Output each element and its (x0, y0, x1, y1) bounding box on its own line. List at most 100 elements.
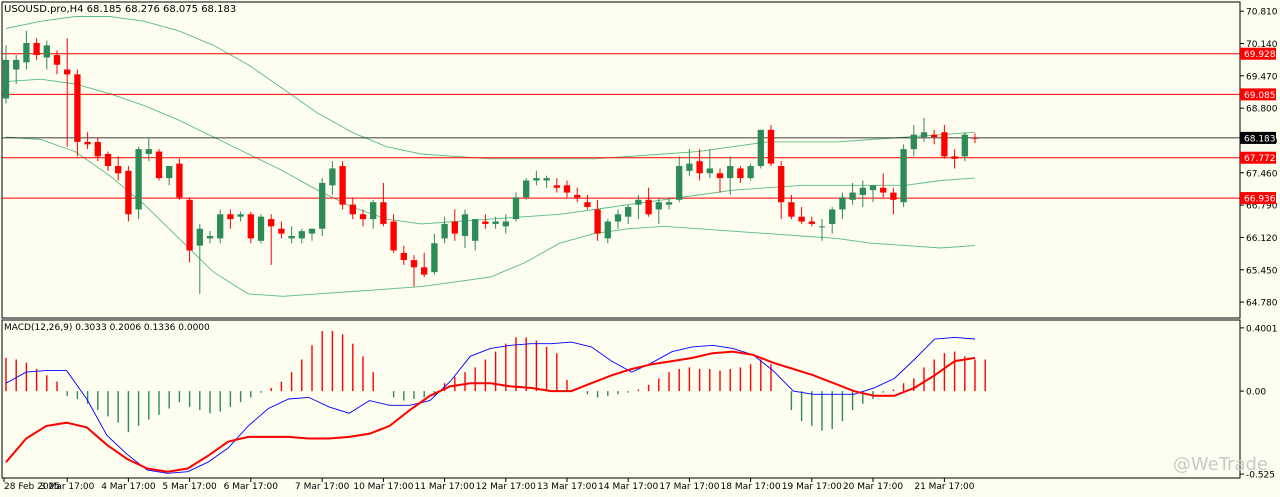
candle-body[interactable] (584, 202, 591, 208)
candle-body[interactable] (941, 132, 948, 157)
candle-body[interactable] (115, 166, 122, 174)
candle-body[interactable] (308, 228, 316, 234)
candle-body[interactable] (206, 235, 214, 239)
candle-body[interactable] (829, 209, 836, 224)
candle-body[interactable] (186, 199, 193, 251)
candle-body[interactable] (839, 197, 846, 210)
candle-body[interactable] (84, 141, 91, 145)
candle-body[interactable] (53, 55, 61, 65)
candle-body[interactable] (349, 204, 356, 215)
candle-body[interactable] (410, 260, 418, 268)
candle-body[interactable] (23, 43, 30, 63)
candle-body[interactable] (298, 231, 305, 239)
candle-body[interactable] (502, 221, 509, 227)
chart-window[interactable]: 70.81070.14069.47068.80068.13067.46066.7… (0, 0, 1280, 493)
candle-body[interactable] (706, 168, 713, 174)
candle-body[interactable] (604, 221, 611, 239)
candle-body[interactable] (778, 166, 785, 203)
candle-body[interactable] (553, 185, 560, 188)
candle-body[interactable] (920, 132, 928, 138)
candle-body[interactable] (686, 163, 693, 171)
candle-body[interactable] (43, 45, 50, 58)
candle-body[interactable] (961, 134, 968, 157)
candle-body[interactable] (890, 192, 897, 200)
candle-body[interactable] (574, 194, 581, 198)
candle-body[interactable] (716, 173, 724, 179)
candle-body[interactable] (655, 202, 662, 210)
candle-body[interactable] (176, 163, 183, 198)
candle-body[interactable] (767, 129, 775, 164)
candle-body[interactable] (227, 214, 234, 220)
candle-body[interactable] (451, 221, 458, 234)
candle-body[interactable] (747, 166, 754, 179)
candle-body[interactable] (421, 267, 428, 275)
candle-body[interactable] (155, 151, 163, 179)
candle-body[interactable] (339, 166, 346, 205)
candle-body[interactable] (808, 221, 815, 224)
candle-body[interactable] (125, 170, 132, 215)
candle-body[interactable] (329, 168, 336, 186)
candle-body[interactable] (931, 134, 938, 138)
candle-body[interactable] (472, 219, 479, 241)
candle-body[interactable] (64, 69, 71, 75)
candle-body[interactable] (951, 156, 958, 159)
chart-canvas[interactable]: 70.81070.14069.47068.80068.13067.46066.7… (0, 0, 1280, 493)
candle-body[interactable] (441, 223, 448, 239)
candle-body[interactable] (319, 182, 326, 229)
candle-body[interactable] (737, 168, 744, 179)
candle-body[interactable] (971, 137, 979, 139)
candle-body[interactable] (400, 252, 407, 261)
candle-body[interactable] (74, 74, 81, 142)
candle-body[interactable] (13, 59, 20, 70)
candle-body[interactable] (645, 199, 652, 215)
candle-body[interactable] (594, 209, 601, 234)
candle-body[interactable] (665, 202, 673, 205)
candle-body[interactable] (237, 214, 244, 217)
candle-body[interactable] (543, 178, 550, 181)
price-y-tick-label: 66.120 (1246, 234, 1278, 244)
candle-body[interactable] (145, 149, 152, 154)
candle-body[interactable] (370, 202, 377, 220)
candle-body[interactable] (33, 43, 40, 56)
candle-body[interactable] (818, 226, 826, 228)
candle-body[interactable] (492, 221, 499, 224)
candle-body[interactable] (135, 149, 142, 210)
candle-body[interactable] (482, 221, 489, 224)
candle-body[interactable] (278, 228, 285, 234)
candle-body[interactable] (849, 192, 856, 200)
candle-body[interactable] (523, 180, 530, 198)
candle-body[interactable] (380, 202, 387, 224)
candle-body[interactable] (257, 216, 265, 241)
candle-body[interactable] (563, 185, 571, 193)
candle-body[interactable] (676, 166, 683, 200)
candle-body[interactable] (268, 219, 275, 227)
candle-body[interactable] (390, 221, 397, 251)
candle-body[interactable] (217, 214, 224, 239)
candle-body[interactable] (798, 216, 805, 222)
candle-body[interactable] (625, 207, 632, 217)
candle-body[interactable] (166, 166, 173, 179)
candle-body[interactable] (880, 187, 887, 193)
candle-body[interactable] (635, 199, 642, 205)
candle-body[interactable] (2, 59, 10, 99)
candle-body[interactable] (431, 243, 438, 273)
candle-body[interactable] (788, 202, 795, 217)
candle-body[interactable] (614, 214, 622, 222)
candle-body[interactable] (512, 197, 520, 220)
candle-body[interactable] (533, 178, 540, 181)
candle-body[interactable] (910, 134, 917, 150)
candle-body[interactable] (869, 185, 877, 191)
candle-body[interactable] (104, 153, 112, 167)
candle-body[interactable] (247, 214, 254, 239)
candle-body[interactable] (288, 235, 295, 239)
candle-body[interactable] (757, 129, 764, 167)
candle-body[interactable] (461, 214, 469, 236)
candle-body[interactable] (94, 141, 101, 157)
candle-body[interactable] (859, 187, 866, 195)
current-price-label: 68.183 (1244, 134, 1276, 144)
candle-body[interactable] (696, 161, 703, 174)
candle-body[interactable] (727, 166, 734, 179)
candle-body[interactable] (359, 214, 367, 220)
candle-body[interactable] (196, 228, 203, 246)
candle-body[interactable] (900, 149, 907, 203)
